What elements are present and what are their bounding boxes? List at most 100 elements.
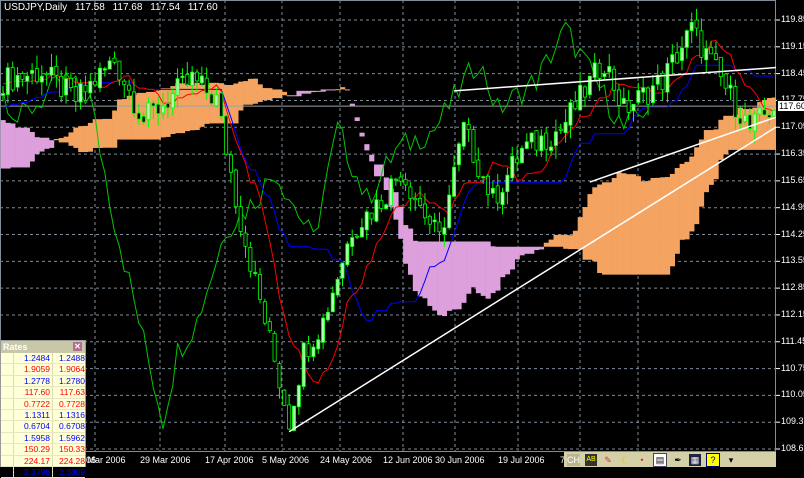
cloud-segment-bullish [272, 89, 278, 99]
candle-body-bull [587, 75, 592, 95]
candle-body-bull [772, 110, 776, 117]
candle-body-bear [306, 343, 311, 358]
candle-body-bull [553, 131, 558, 146]
minimize-icon[interactable]: ▾ [725, 454, 737, 466]
current-price-label: 117.60 [777, 100, 804, 112]
cloud-segment-bullish [689, 156, 695, 232]
language-bar[interactable]: CH AB ✎ ☾ • ▤ ✒ ▦ ? ▾ [564, 452, 776, 467]
candle [224, 114, 229, 156]
candle-body-bull [49, 66, 54, 76]
symbol-cell [1, 409, 14, 421]
quotes-window[interactable]: Rates ✕ 1.2484 1.2488 1.9059 1.9064 1.2778 1.… [0, 340, 86, 478]
candle [461, 121, 466, 150]
quote-row[interactable]: 1.1311 1.1316 [1, 409, 85, 422]
time-tick-label: 30 Jun 2006 [435, 455, 485, 465]
candle-body-bull [529, 132, 534, 143]
price-tick-label: 112.85 [781, 282, 804, 293]
cloud-segment-bullish [107, 118, 113, 148]
candle-body-bear [54, 65, 59, 76]
language-indicator[interactable]: CH [567, 453, 580, 466]
candle-body-bear [369, 212, 374, 220]
candle-body-bull [689, 21, 694, 32]
cloud-segment-bearish [471, 241, 477, 288]
candle-body-bear [403, 178, 408, 186]
candle-body-bear [694, 19, 699, 29]
quote-row[interactable]: 0.6704 0.6708 [1, 421, 85, 433]
help-icon[interactable]: ? [706, 452, 720, 467]
cloud-segment-bearish [407, 228, 414, 275]
quote-row[interactable]: 117.60 117.63 [1, 387, 85, 399]
quote-row[interactable]: 0.7722 0.7728 [1, 398, 85, 410]
cloud-segment-bearish [524, 246, 530, 254]
price-tick-label: 116.35 [781, 148, 804, 159]
candle-body-bull [253, 272, 258, 274]
price-chart[interactable] [0, 0, 804, 467]
candle-body-bull [39, 75, 44, 83]
candle-body-bear [558, 128, 563, 131]
price-tick-label: 115.65 [781, 174, 804, 185]
quote-row[interactable]: 2.3798 2.3809 [1, 466, 85, 478]
candle-body-bear [597, 62, 602, 79]
candle [384, 203, 389, 210]
candle-body-bear [379, 199, 384, 209]
cloud-segment-bearish [514, 246, 520, 260]
price-tick-label: 114.95 [781, 201, 804, 212]
candle-body-bear [204, 77, 209, 94]
pen-icon[interactable]: ✒ [672, 454, 684, 466]
ime-icon[interactable]: AB [585, 453, 597, 466]
candle-body-bear [675, 52, 680, 64]
candle-body-bear [713, 53, 718, 60]
softkeyboard-icon[interactable]: ▤ [653, 452, 667, 467]
cloud-segment-bullish [587, 194, 593, 260]
candle [335, 277, 340, 298]
candle-body-bull [592, 62, 597, 78]
cloud-segment-bearish [480, 241, 486, 296]
quote-row[interactable]: 150.29 150.33 [1, 444, 85, 456]
ask-cell: 150.33 [59, 444, 85, 455]
bid-cell: 117.60 [14, 387, 53, 398]
close-icon[interactable]: ✕ [73, 342, 82, 351]
candle-body-bull [447, 194, 452, 229]
candle-body-bull [684, 30, 689, 48]
symbol-cell [1, 387, 14, 398]
candle-body-bear [733, 86, 738, 118]
quote-row[interactable]: 1.2484 1.2488 [1, 353, 85, 365]
candle-body-bear [59, 75, 64, 97]
cloud-segment-bullish [553, 234, 559, 247]
candle-body-bull [330, 292, 335, 313]
quote-row[interactable]: 224.17 224.28 [1, 455, 85, 467]
cloud-segment-bearish [330, 89, 336, 91]
candle-body-bull [752, 113, 757, 132]
cloud-segment-bullish [102, 118, 108, 148]
cloud-segment-bullish [243, 81, 249, 105]
quote-row[interactable]: 1.2778 1.2780 [1, 375, 85, 388]
candle-body-bull [161, 105, 166, 114]
cloud-segment-bearish [15, 127, 21, 168]
cloud-segment-bullish [233, 83, 239, 124]
candle-body-bear [20, 73, 25, 80]
cloud-segment-bearish [504, 246, 511, 275]
bid-cell: 224.17 [14, 455, 53, 466]
price-tick-label: 113.55 [781, 255, 804, 266]
punctuation-icon[interactable]: • [636, 454, 648, 466]
candle-body-bear [127, 84, 132, 91]
quotes-window-title[interactable]: Rates ✕ [1, 341, 85, 353]
quote-row[interactable]: 1.9059 1.9064 [1, 364, 85, 376]
price-tick-label: 119.15 [781, 40, 804, 51]
moon-icon[interactable]: ☾ [619, 454, 631, 466]
candle-body-bear [44, 73, 49, 76]
settings-icon[interactable]: ▦ [689, 453, 701, 466]
time-tick-label: 29 Mar 2006 [140, 455, 191, 465]
handwriting-icon[interactable]: ✎ [602, 454, 614, 466]
candle-body-bear [262, 301, 267, 324]
candle-body-bull [490, 188, 495, 194]
cloud-segment-bullish [577, 217, 583, 250]
candle [262, 298, 267, 326]
candle [272, 331, 277, 363]
cloud-segment-bearish [538, 246, 545, 250]
cloud-segment-bullish [655, 177, 661, 275]
cloud-segment-bullish [718, 119, 724, 160]
candle-body-bull [364, 211, 369, 231]
quote-row[interactable]: 1.5958 1.5962 [1, 432, 85, 445]
price-tick-label: 117.05 [781, 121, 804, 132]
